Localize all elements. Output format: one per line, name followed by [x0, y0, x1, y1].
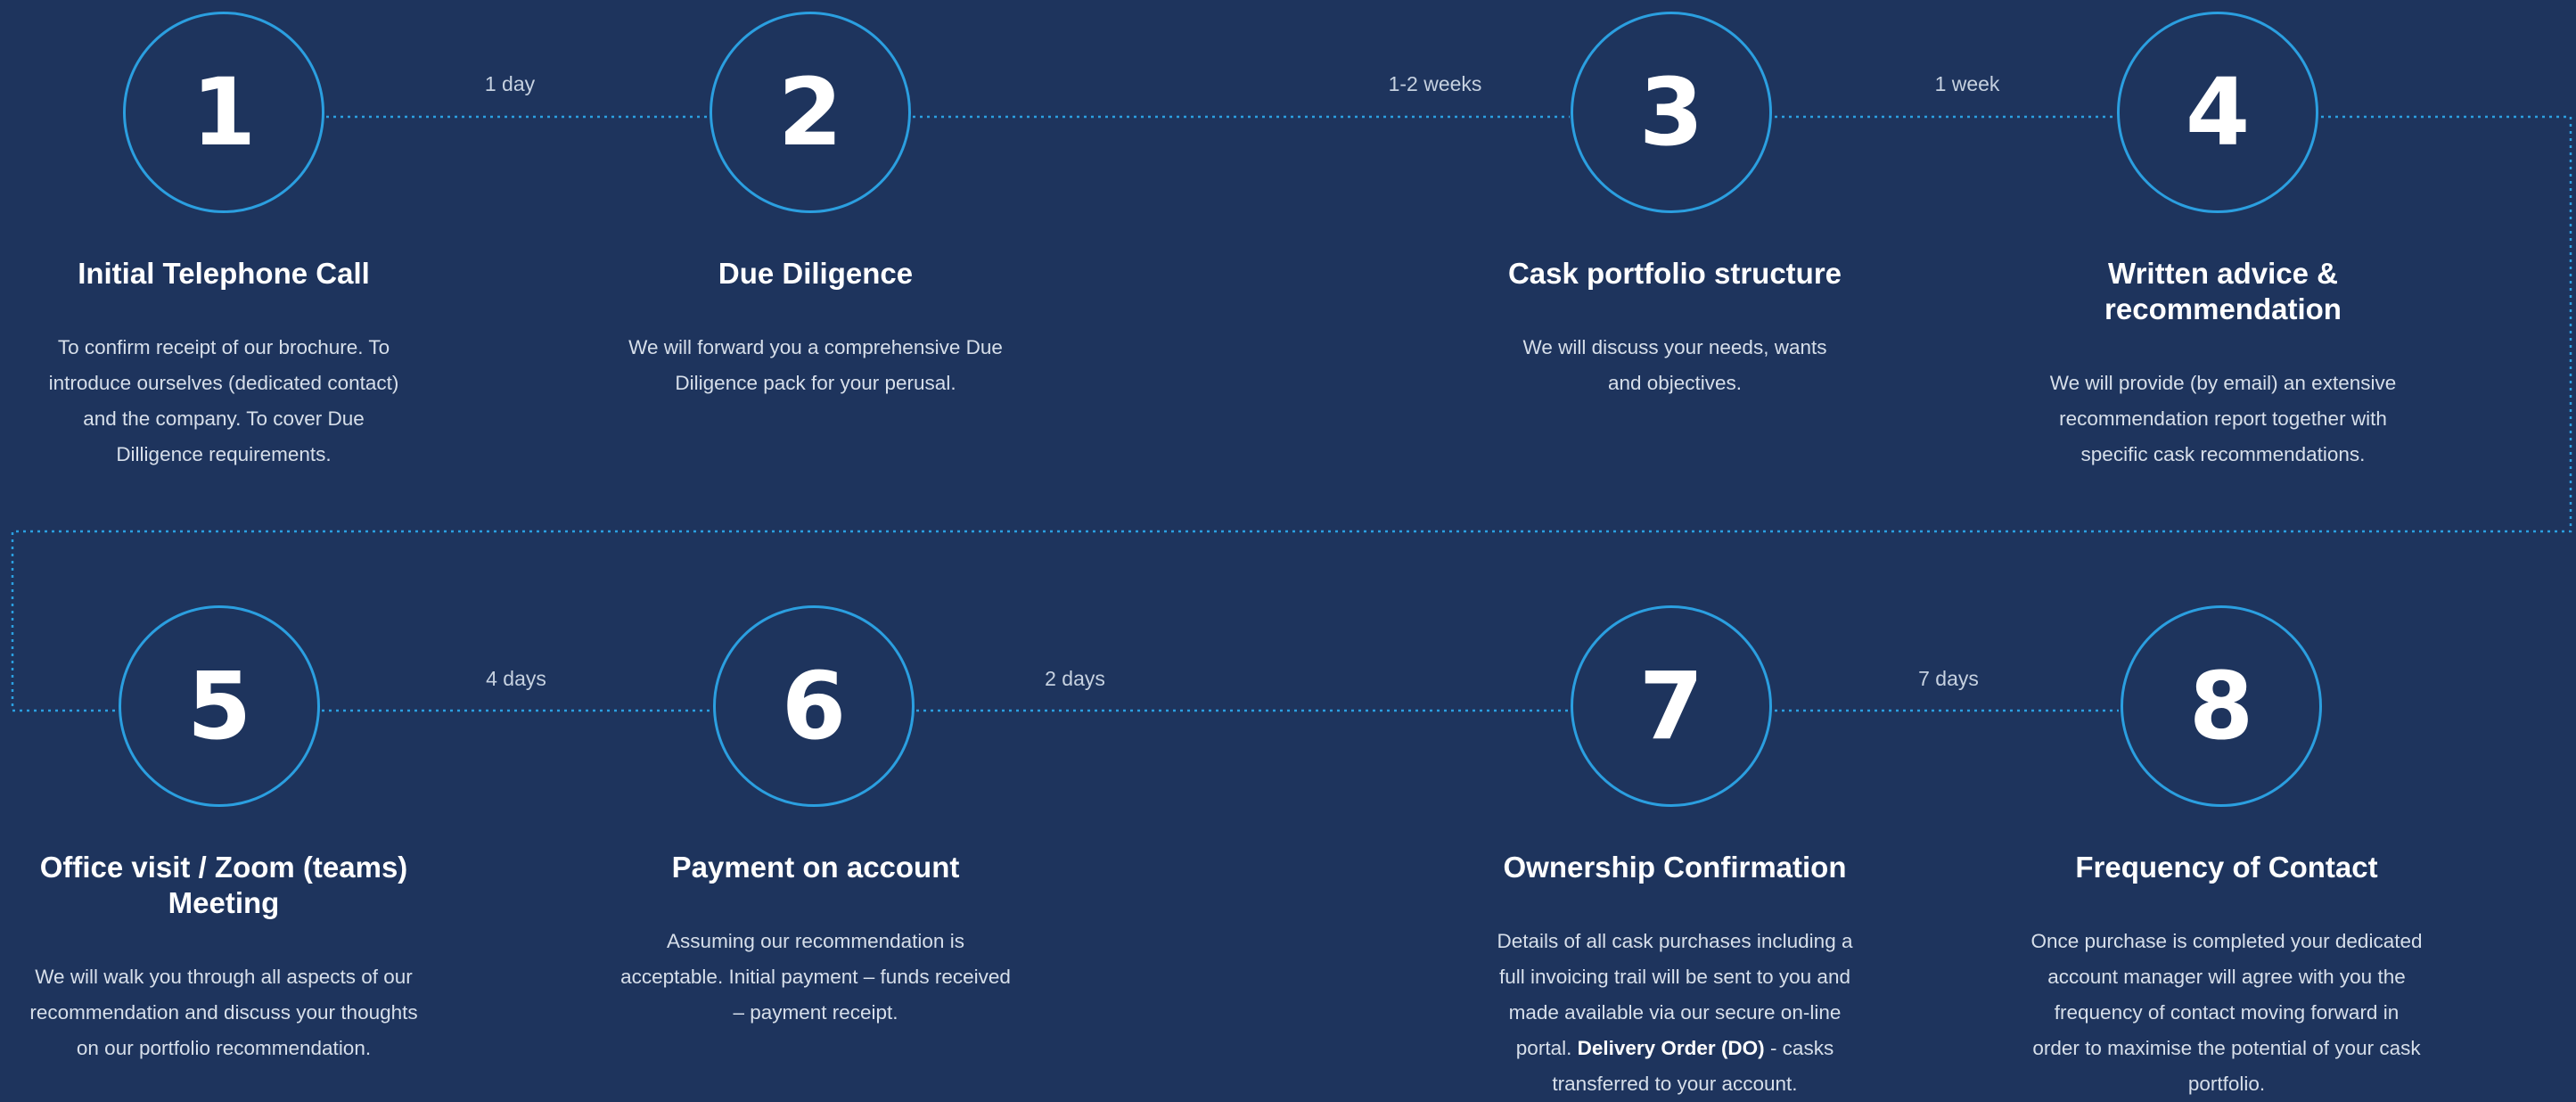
- duration-label: 4 days: [486, 667, 546, 690]
- step-description: We will forward you a comprehensive Due …: [628, 336, 1003, 394]
- step-description: We will discuss your needs, wants and ob…: [1522, 336, 1827, 394]
- step-title: Frequency of Contact: [2075, 851, 2378, 884]
- step-description: To confirm receipt of our brochure. To i…: [48, 336, 399, 465]
- duration-label: 1-2 weeks: [1388, 72, 1482, 95]
- step-description: Details of all cask purchases including …: [1483, 924, 1866, 1102]
- step-description: We will provide (by email) an extensive …: [2049, 372, 2397, 465]
- delivery-order-label: Delivery Order (DO): [1577, 1037, 1765, 1059]
- step-description: Once purchase is completed your dedicate…: [2030, 930, 2423, 1095]
- step-number-circle: 8: [2121, 605, 2322, 807]
- step-title: Written advice & recommendation: [2104, 257, 2342, 325]
- step-title: Ownership Confirmation: [1503, 851, 1847, 884]
- duration-label: 7 days: [1918, 667, 1979, 690]
- duration-label: 1 week: [1934, 72, 2000, 95]
- step-number-circle: 4: [2117, 12, 2318, 213]
- step-title: Office visit / Zoom (teams) Meeting: [39, 851, 408, 919]
- duration-label: 1 day: [484, 72, 536, 95]
- step-number-circle: 5: [119, 605, 320, 807]
- step-number-circle: 7: [1571, 605, 1772, 807]
- step-title: Payment on account: [671, 851, 960, 884]
- duration-label: 2 days: [1045, 667, 1105, 690]
- step-number-circle: 2: [710, 12, 911, 213]
- step-title: Initial Telephone Call: [78, 257, 370, 290]
- step-title: Cask portfolio structure: [1507, 257, 1842, 290]
- step-description: We will walk you through all aspects of …: [29, 966, 418, 1059]
- step-number-circle: 6: [713, 605, 915, 807]
- step-number-circle: 3: [1571, 12, 1772, 213]
- step-number-circle: 1: [123, 12, 324, 213]
- step-description: Assuming our recommendation is acceptabl…: [620, 930, 1011, 1024]
- step-title: Due Diligence: [718, 257, 914, 290]
